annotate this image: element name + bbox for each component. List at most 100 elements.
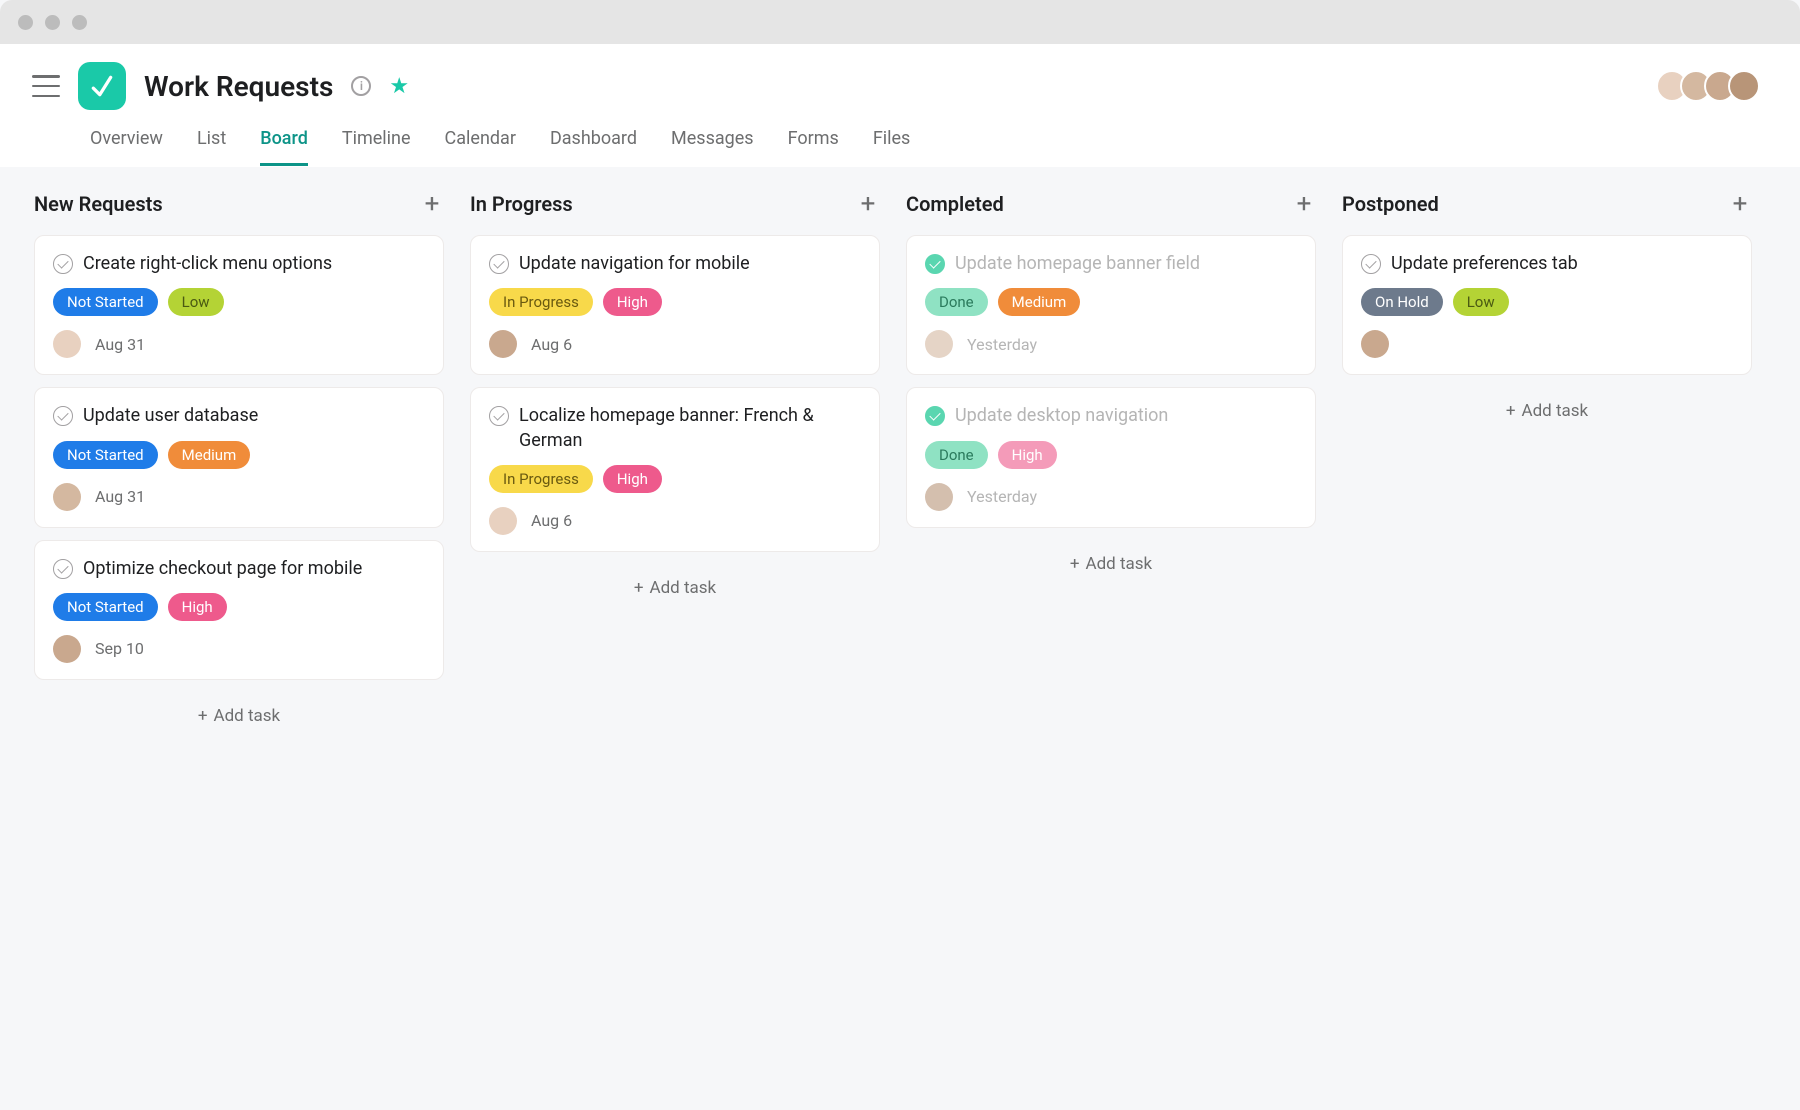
assignee-avatar[interactable] xyxy=(489,507,517,535)
card-date: Sep 10 xyxy=(95,639,144,658)
card-date: Aug 31 xyxy=(95,487,145,506)
check-circle-icon[interactable] xyxy=(1361,254,1381,274)
priority-tag: Medium xyxy=(168,441,251,469)
project-icon xyxy=(78,62,126,110)
priority-tag: Medium xyxy=(998,288,1081,316)
add-task-label: Add task xyxy=(649,578,716,598)
check-circle-icon[interactable] xyxy=(53,406,73,426)
traffic-light-zoom[interactable] xyxy=(72,15,87,30)
add-task-label: Add task xyxy=(213,706,280,726)
column-header: In Progress + xyxy=(470,191,880,217)
check-circle-icon[interactable] xyxy=(53,254,73,274)
check-circle-icon[interactable] xyxy=(489,406,509,426)
tabs: Overview List Board Timeline Calendar Da… xyxy=(0,110,1800,167)
column-postponed: Postponed + Update preferences tab On Ho… xyxy=(1342,191,1752,1043)
assignee-avatar[interactable] xyxy=(1361,330,1389,358)
tab-forms[interactable]: Forms xyxy=(788,128,839,166)
task-card[interactable]: Update navigation for mobile In Progress… xyxy=(470,235,880,375)
add-task-button[interactable]: + Add task xyxy=(470,564,880,612)
add-task-label: Add task xyxy=(1085,554,1152,574)
plus-icon: + xyxy=(634,578,644,598)
status-tag: Not Started xyxy=(53,441,158,469)
tab-calendar[interactable]: Calendar xyxy=(445,128,516,166)
topbar: Work Requests i ★ xyxy=(0,44,1800,110)
assignee-avatar[interactable] xyxy=(925,330,953,358)
task-card[interactable]: Update preferences tab On Hold Low xyxy=(1342,235,1752,375)
menu-icon[interactable] xyxy=(32,75,60,97)
status-tag: Not Started xyxy=(53,593,158,621)
status-tag: Done xyxy=(925,441,988,469)
column-completed: Completed + Update homepage banner field… xyxy=(906,191,1316,1043)
task-card[interactable]: Localize homepage banner: French & Germa… xyxy=(470,387,880,552)
card-title: Update preferences tab xyxy=(1391,252,1578,276)
card-title: Update navigation for mobile xyxy=(519,252,750,276)
app: Work Requests i ★ Overview List Board Ti… xyxy=(0,44,1800,1067)
board: New Requests + Create right-click menu o… xyxy=(0,167,1800,1067)
info-icon[interactable]: i xyxy=(351,76,371,96)
card-date: Aug 31 xyxy=(95,335,145,354)
check-circle-icon[interactable] xyxy=(489,254,509,274)
column-title: In Progress xyxy=(470,192,573,216)
avatar[interactable] xyxy=(1728,70,1760,102)
card-date: Aug 6 xyxy=(531,511,572,530)
tab-overview[interactable]: Overview xyxy=(90,128,163,166)
card-date: Yesterday xyxy=(967,487,1037,506)
assignee-avatar[interactable] xyxy=(925,483,953,511)
task-card[interactable]: Create right-click menu options Not Star… xyxy=(34,235,444,375)
status-tag: Done xyxy=(925,288,988,316)
traffic-light-close[interactable] xyxy=(18,15,33,30)
plus-icon: + xyxy=(1070,554,1080,574)
task-card[interactable]: Update homepage banner field Done Medium… xyxy=(906,235,1316,375)
status-tag: In Progress xyxy=(489,288,593,316)
task-card[interactable]: Update desktop navigation Done High Yest… xyxy=(906,387,1316,527)
task-card[interactable]: Update user database Not Started Medium … xyxy=(34,387,444,527)
task-card[interactable]: Optimize checkout page for mobile Not St… xyxy=(34,540,444,680)
tab-timeline[interactable]: Timeline xyxy=(342,128,411,166)
project-title: Work Requests xyxy=(144,70,333,103)
assignee-avatar[interactable] xyxy=(53,635,81,663)
add-icon[interactable]: + xyxy=(1292,191,1316,217)
tab-messages[interactable]: Messages xyxy=(671,128,754,166)
tab-list[interactable]: List xyxy=(197,128,226,166)
status-tag: On Hold xyxy=(1361,288,1443,316)
tab-dashboard[interactable]: Dashboard xyxy=(550,128,637,166)
add-task-button[interactable]: + Add task xyxy=(1342,387,1752,435)
priority-tag: High xyxy=(603,465,662,493)
card-title: Update desktop navigation xyxy=(955,404,1168,428)
assignee-avatar[interactable] xyxy=(53,330,81,358)
column-title: New Requests xyxy=(34,192,163,216)
column-new-requests: New Requests + Create right-click menu o… xyxy=(34,191,444,1043)
card-date: Aug 6 xyxy=(531,335,572,354)
collaborators[interactable] xyxy=(1664,70,1768,102)
card-title: Optimize checkout page for mobile xyxy=(83,557,362,581)
column-header: New Requests + xyxy=(34,191,444,217)
tab-board[interactable]: Board xyxy=(260,128,308,166)
column-header: Postponed + xyxy=(1342,191,1752,217)
assignee-avatar[interactable] xyxy=(489,330,517,358)
plus-icon: + xyxy=(198,706,208,726)
add-icon[interactable]: + xyxy=(1728,191,1752,217)
card-title: Create right-click menu options xyxy=(83,252,332,276)
add-task-button[interactable]: + Add task xyxy=(906,540,1316,588)
status-tag: Not Started xyxy=(53,288,158,316)
add-icon[interactable]: + xyxy=(420,191,444,217)
traffic-light-minimize[interactable] xyxy=(45,15,60,30)
add-icon[interactable]: + xyxy=(856,191,880,217)
column-title: Postponed xyxy=(1342,192,1439,216)
priority-tag: Low xyxy=(168,288,224,316)
column-title: Completed xyxy=(906,192,1004,216)
assignee-avatar[interactable] xyxy=(53,483,81,511)
column-in-progress: In Progress + Update navigation for mobi… xyxy=(470,191,880,1043)
check-circle-icon[interactable] xyxy=(925,254,945,274)
add-task-button[interactable]: + Add task xyxy=(34,692,444,740)
card-title: Localize homepage banner: French & Germa… xyxy=(519,404,861,453)
card-title: Update homepage banner field xyxy=(955,252,1200,276)
priority-tag: Low xyxy=(1453,288,1509,316)
tab-files[interactable]: Files xyxy=(873,128,911,166)
check-circle-icon[interactable] xyxy=(925,406,945,426)
add-task-label: Add task xyxy=(1521,401,1588,421)
check-circle-icon[interactable] xyxy=(53,559,73,579)
priority-tag: High xyxy=(603,288,662,316)
star-icon[interactable]: ★ xyxy=(389,74,409,99)
plus-icon: + xyxy=(1506,401,1516,421)
